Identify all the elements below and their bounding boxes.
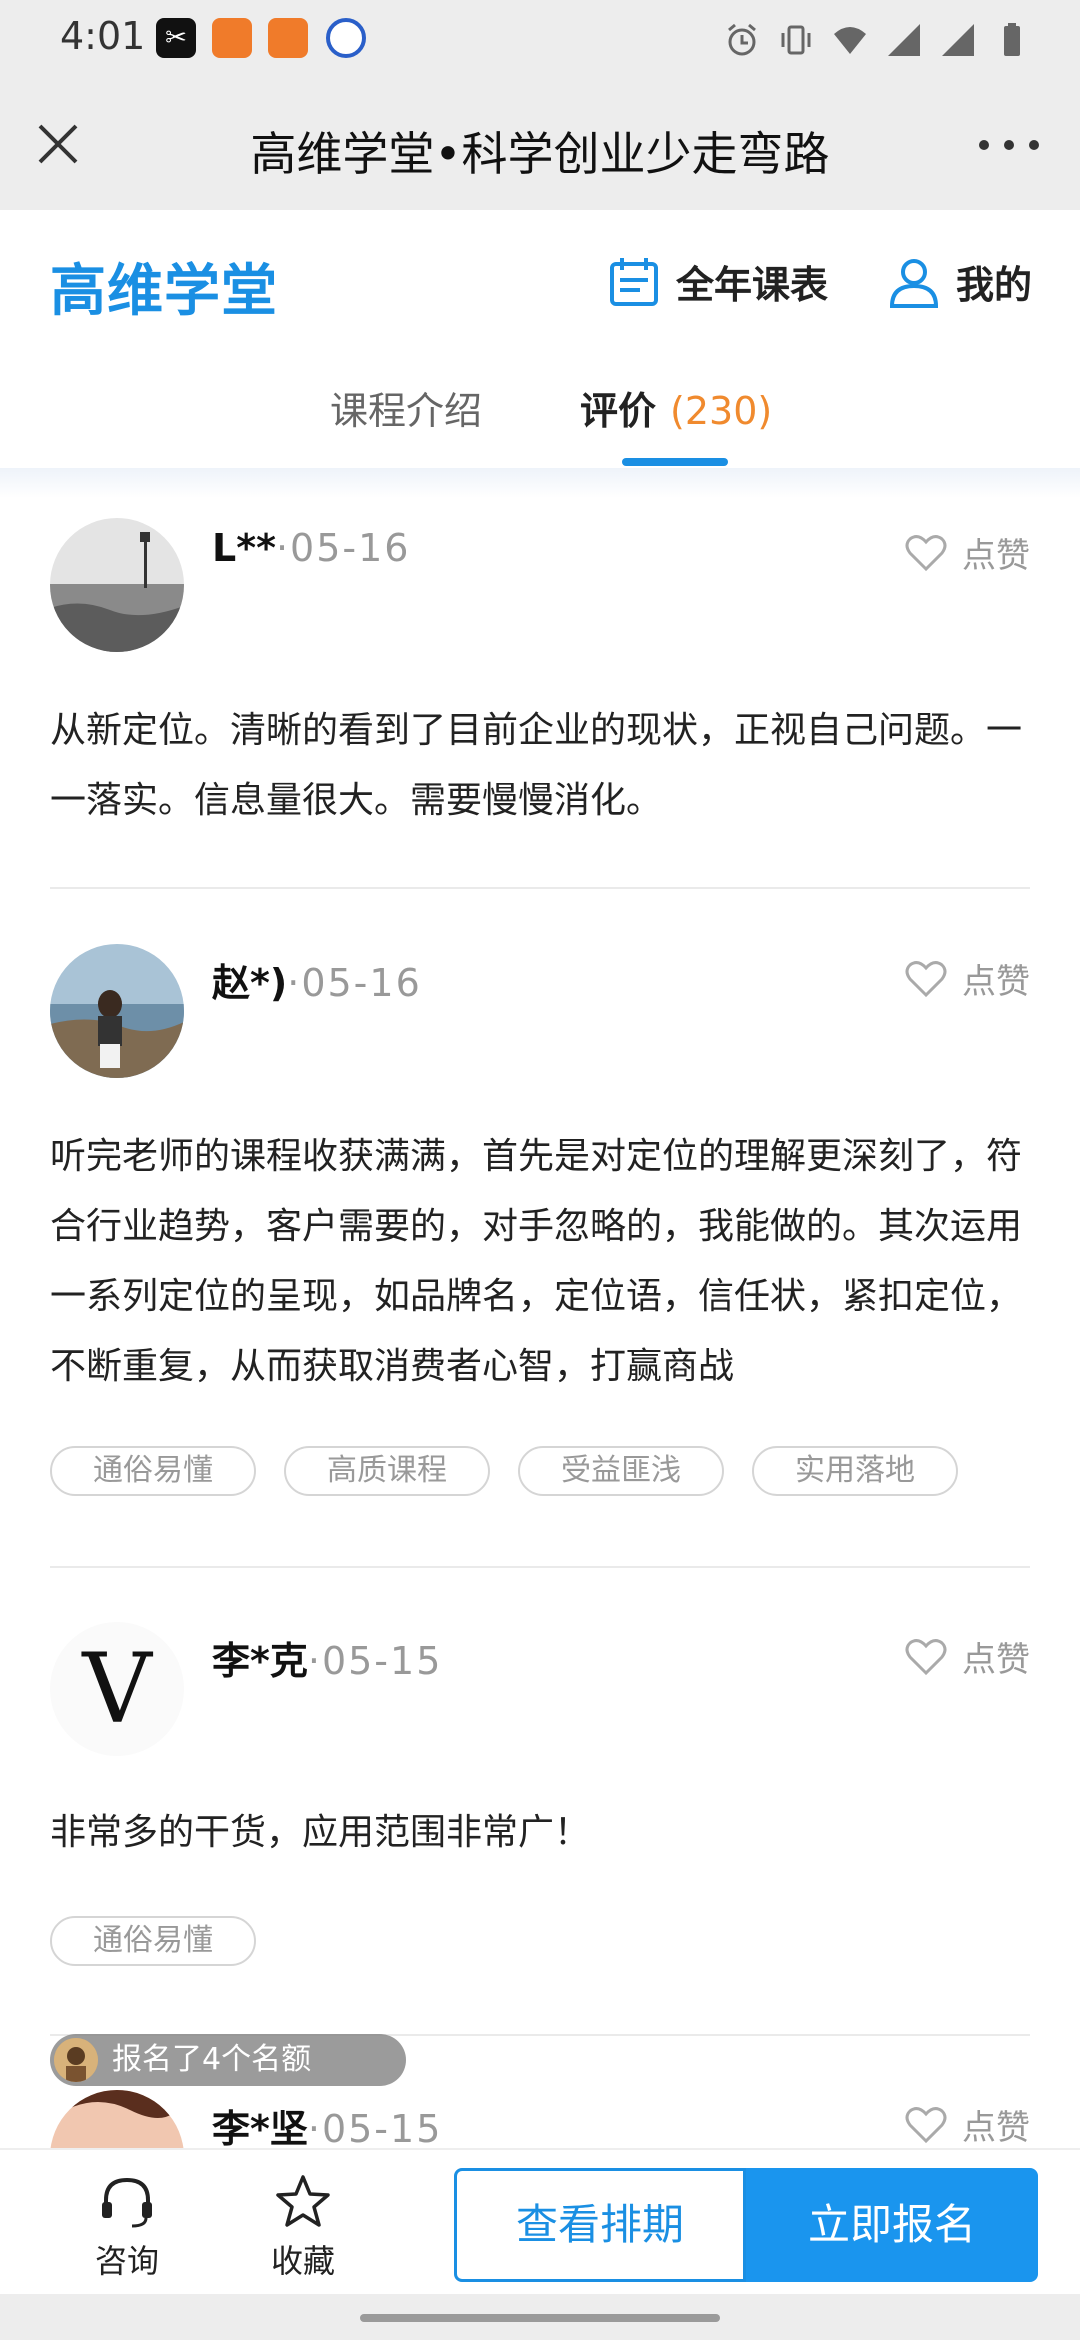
reviewer-name: 李*坚 [212,2107,308,2148]
avatar [50,944,184,1078]
tab-reviews-label: 评价 [580,389,657,433]
enroll-now-button[interactable]: 立即报名 [746,2168,1038,2282]
like-button[interactable]: 点赞 [904,2100,1030,2148]
review-text: 从新定位。清晰的看到了目前企业的现状，正视自己问题。一一落实。信息量很大。需要慢… [50,710,1023,821]
status-bar: 4:01 ✂ [0,0,1080,80]
avatar [50,518,184,652]
enroll-badge-text: 报名了4个名额 [112,2042,312,2077]
review-text: 非常多的干货，应用范围非常广！ [50,1812,591,1853]
like-label: 点赞 [962,962,1030,1002]
like-label: 点赞 [962,1640,1030,1680]
review-tag: 受益匪浅 [518,1446,724,1496]
ball-app-icon [326,18,366,58]
review-tag: 高质课程 [284,1446,490,1496]
site-header: 高维学堂 全年课表 我的 [0,210,1080,340]
headset-icon [102,2177,152,2228]
divider [50,887,1030,889]
review-count: (230) [670,389,773,433]
status-time: 4:01 [60,14,146,58]
favorite-label: 收藏 [270,2242,335,2280]
review-item: L**·05-16 点赞 从新定位。清晰的看到了目前企业的现状，正视自己问题。一… [50,518,1030,888]
review-item: V 李*克·05-15 点赞 非常多的干货，应用范围非常广！ 通俗易懂 [50,1622,1030,1966]
consult-button[interactable]: 咨询 [72,2172,182,2282]
page-title: 高维学堂•科学创业少走弯路 [250,127,830,181]
my-account-label: 我的 [956,263,1033,307]
review-tag: 实用落地 [752,1446,958,1496]
reader-app-icon [212,18,252,58]
heart-icon [905,1638,947,1675]
review-date: ·05-16 [275,526,411,570]
reviewer-info: 李*坚·05-15 [212,2098,442,2148]
review-tag: 通俗易懂 [50,1916,256,1966]
like-button[interactable]: 点赞 [904,528,1030,577]
heart-icon [905,534,947,571]
signal-icon [888,24,920,56]
battery-icon [1004,23,1020,56]
reader-app-icon [268,18,308,58]
heart-icon [905,2106,947,2143]
tab-bar: 课程介绍 评价 (230) [0,340,1080,468]
avatar: V [50,1622,184,1756]
review-date: ·05-15 [307,2107,443,2148]
review-text: 听完老师的课程收获满满，首先是对定位的理解更深刻了，符合行业趋势，客户需要的，对… [50,1136,1023,1387]
more-icon[interactable] [974,120,1044,170]
review-item: 赵*)·05-16 点赞 听完老师的课程收获满满，首先是对定位的理解更深刻了，符… [50,944,1030,1504]
reviewer-name: 李*克 [212,1639,308,1683]
signal-icon [942,24,974,56]
my-account-link[interactable]: 我的 [888,254,1032,309]
divider [50,1566,1030,1568]
tag-list: 通俗易懂 高质课程 受益匪浅 实用落地 [50,1446,958,1496]
like-button[interactable]: 点赞 [904,1632,1030,1681]
like-label: 点赞 [962,2108,1030,2148]
review-date: ·05-15 [307,1639,443,1683]
bottom-action-bar: 咨询 收藏 查看排期 立即报名 [0,2148,1080,2294]
reviewer-name: 赵*) [212,961,288,1005]
alarm-icon [728,23,756,56]
tab-reviews[interactable]: 评价 (230) [580,380,772,435]
enroll-badge: 报名了4个名额 [50,2034,406,2086]
reviewer-info: 赵*)·05-16 [212,952,422,1007]
annual-schedule-link[interactable]: 全年课表 [608,254,828,309]
system-nav-bar [0,2294,1080,2340]
wifi-icon [834,27,866,54]
reviewer-name: L** [212,526,276,570]
active-tab-indicator [622,458,728,466]
star-icon [276,2175,330,2227]
like-button[interactable]: 点赞 [904,954,1030,1003]
review-tag: 通俗易懂 [50,1446,256,1496]
favorite-button[interactable]: 收藏 [248,2172,358,2282]
capcut-icon: ✂ [156,18,196,58]
home-gesture-handle[interactable] [360,2314,720,2322]
heart-icon [905,960,947,997]
vibrate-icon [781,25,811,55]
annual-schedule-label: 全年课表 [676,263,829,307]
review-item: 李*坚·05-15 点赞 [50,2090,1030,2148]
site-logo[interactable]: 高维学堂 [50,246,278,327]
view-schedule-button[interactable]: 查看排期 [454,2168,746,2282]
title-bar: 高维学堂•科学创业少走弯路 [0,80,1080,210]
avatar [54,2038,98,2082]
calendar-icon [610,257,658,306]
user-icon [889,258,939,308]
tab-course-intro[interactable]: 课程介绍 [330,380,482,435]
avatar [50,2090,184,2148]
like-label: 点赞 [962,536,1030,576]
tag-list: 通俗易懂 [50,1916,256,1966]
reviewer-info: 李*克·05-15 [212,1630,442,1685]
review-date: ·05-16 [287,961,422,1005]
reviewer-info: L**·05-16 [212,526,410,570]
consult-label: 咨询 [94,2242,159,2280]
avatar-letter: V [82,1633,152,1745]
